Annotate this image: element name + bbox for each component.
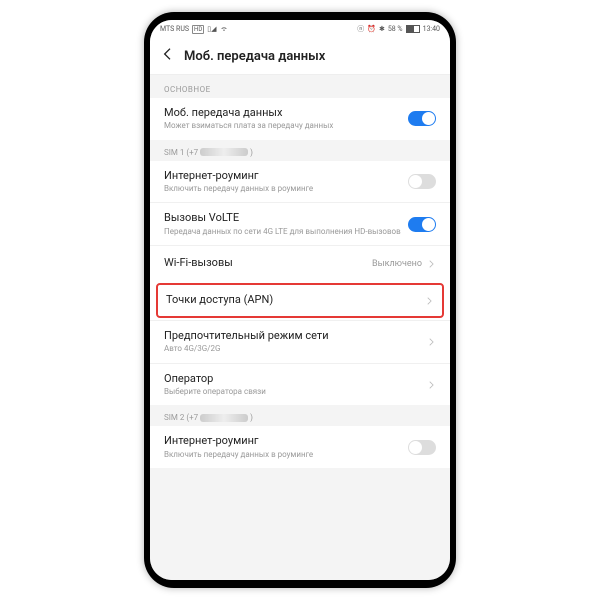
apn-title: Точки доступа (APN) [166, 293, 424, 307]
section-label-sim2: SIM 2 (+7) [150, 405, 450, 426]
redacted-number [200, 148, 248, 156]
wifi-icon [220, 24, 228, 34]
roaming-toggle[interactable] [408, 174, 436, 189]
screen: MTS RUS HD ▯◢ ⓝ ⏰ ✱ 58 % 13:40 [150, 20, 450, 580]
row-operator[interactable]: Оператор Выберите оператора связи [150, 363, 450, 406]
section-label-sim1: SIM 1 (+7) [150, 140, 450, 161]
roaming-title: Интернет-роуминг [164, 169, 408, 183]
wifi-calls-title: Wi-Fi-вызовы [164, 256, 372, 270]
row-network-mode[interactable]: Предпочтительный режим сети Авто 4G/3G/2… [150, 320, 450, 363]
row-roaming-sim2[interactable]: Интернет-роуминг Включить передачу данны… [150, 426, 450, 468]
volte-title: Вызовы VoLTE [164, 211, 408, 225]
alarm-icon: ⏰ [367, 25, 376, 33]
section-label-main: ОСНОВНОЕ [150, 75, 450, 98]
mobile-data-toggle[interactable] [408, 111, 436, 126]
redacted-number [200, 414, 248, 422]
hd-badge: HD [192, 25, 204, 34]
signal-icon: ▯◢ [207, 25, 216, 33]
mobile-data-title: Моб. передача данных [164, 106, 408, 120]
chevron-right-icon [426, 375, 436, 394]
roaming-sub: Включить передачу данных в роуминге [164, 184, 408, 194]
row-volte[interactable]: Вызовы VoLTE Передача данных по сети 4G … [150, 202, 450, 245]
volte-sub: Передача данных по сети 4G LTE для выпол… [164, 227, 408, 237]
operator-title: Оператор [164, 372, 426, 386]
mobile-data-sub: Может взиматься плата за передачу данных [164, 121, 408, 131]
roaming2-sub: Включить передачу данных в роуминге [164, 450, 408, 460]
operator-sub: Выберите оператора связи [164, 387, 426, 397]
back-arrow-icon[interactable] [160, 46, 176, 66]
battery-icon [406, 25, 420, 33]
wifi-calls-value: Выключено [372, 259, 422, 269]
row-roaming[interactable]: Интернет-роуминг Включить передачу данны… [150, 161, 450, 203]
row-mobile-data[interactable]: Моб. передача данных Может взиматься пла… [150, 98, 450, 140]
row-wifi-calls[interactable]: Wi-Fi-вызовы Выключено [150, 245, 450, 281]
clock-label: 13:40 [423, 25, 440, 33]
phone-frame: MTS RUS HD ▯◢ ⓝ ⏰ ✱ 58 % 13:40 [144, 12, 456, 588]
page-title: Моб. передача данных [184, 49, 325, 64]
row-apn[interactable]: Точки доступа (APN) [156, 283, 444, 318]
settings-list[interactable]: ОСНОВНОЕ Моб. передача данных Может взим… [150, 75, 450, 580]
roaming2-title: Интернет-роуминг [164, 434, 408, 448]
carrier-label: MTS RUS [160, 25, 189, 33]
roaming2-toggle[interactable] [408, 440, 436, 455]
page-header: Моб. передача данных [150, 38, 450, 75]
chevron-right-icon [424, 291, 434, 310]
network-mode-sub: Авто 4G/3G/2G [164, 344, 426, 354]
chevron-right-icon [426, 332, 436, 351]
status-bar: MTS RUS HD ▯◢ ⓝ ⏰ ✱ 58 % 13:40 [150, 20, 450, 38]
chevron-right-icon [426, 254, 436, 273]
nfc-icon: ⓝ [357, 24, 364, 34]
battery-label: 58 % [388, 25, 403, 33]
network-mode-title: Предпочтительный режим сети [164, 329, 426, 343]
volte-toggle[interactable] [408, 217, 436, 232]
bluetooth-icon: ✱ [379, 25, 385, 33]
